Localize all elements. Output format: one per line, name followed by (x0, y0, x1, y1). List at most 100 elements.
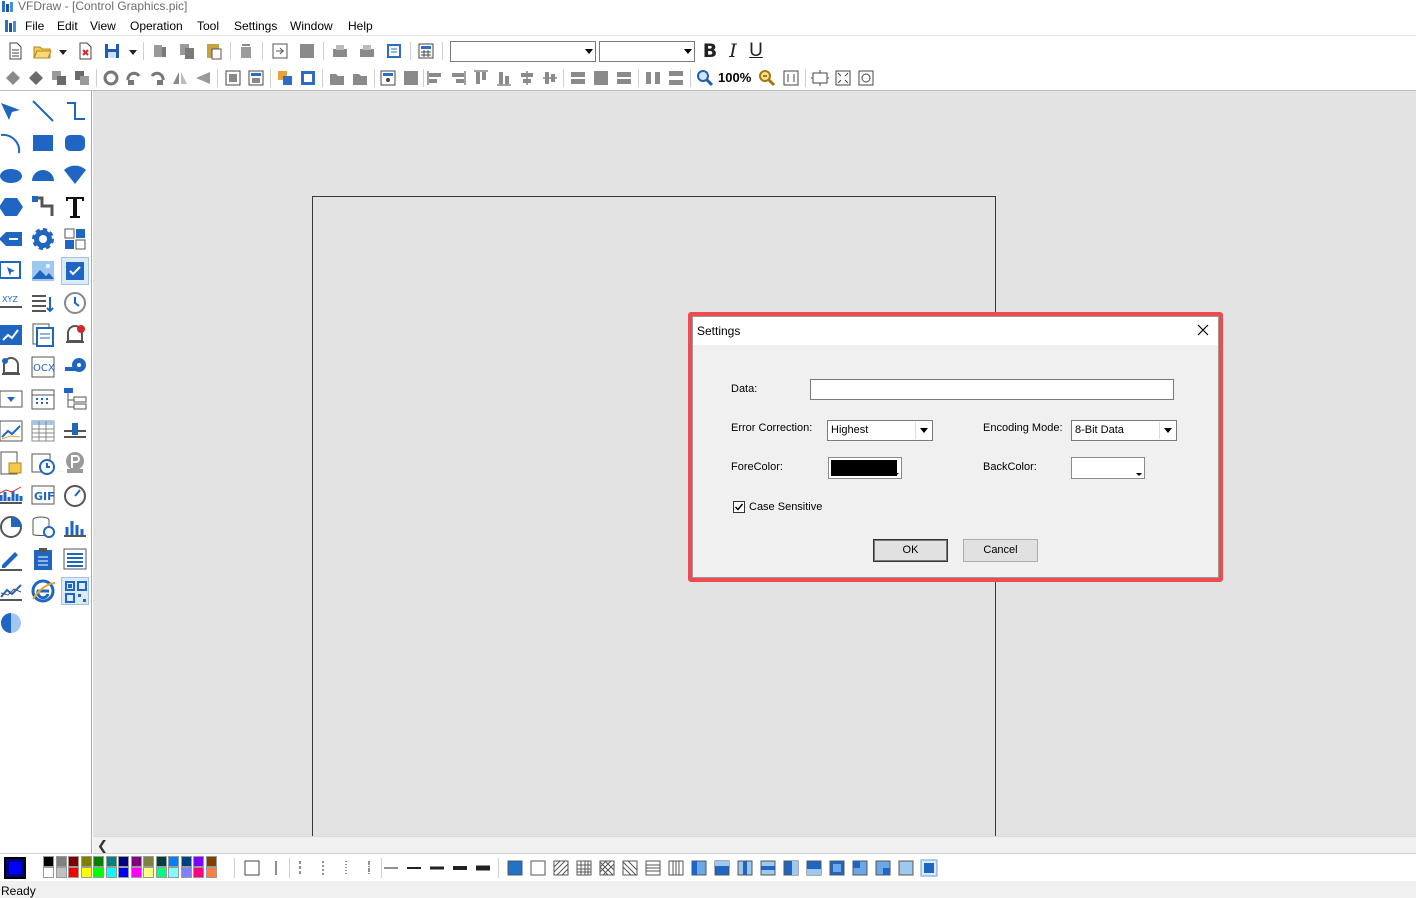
pipe-tool-icon[interactable] (29, 193, 57, 221)
select-cursor-icon[interactable] (0, 257, 25, 285)
color-swatch[interactable] (193, 856, 204, 867)
send-back-icon[interactable] (26, 68, 46, 88)
color-swatch[interactable] (130, 867, 142, 878)
dash-style-4-icon[interactable] (359, 858, 379, 878)
current-color-swatch[interactable] (4, 857, 26, 879)
gradient-11-icon[interactable] (919, 858, 939, 878)
gradient-4-icon[interactable] (758, 858, 778, 878)
combine-icon[interactable] (275, 68, 295, 88)
print-preview-icon[interactable] (357, 41, 377, 61)
select-area-icon[interactable] (810, 68, 830, 88)
rectangle-tool-icon[interactable] (29, 129, 57, 157)
no-line-style-icon[interactable] (242, 858, 262, 878)
gauge-icon[interactable] (61, 481, 89, 509)
error-correction-select[interactable]: Highest (827, 420, 933, 441)
trend-chart-icon[interactable] (0, 321, 25, 349)
line-tool-icon[interactable] (29, 97, 57, 125)
color-swatch[interactable] (68, 856, 79, 867)
color-swatch[interactable] (180, 856, 192, 867)
fill-icon[interactable] (401, 68, 421, 88)
dash-style-2-icon[interactable] (313, 858, 333, 878)
fan-icon[interactable] (61, 353, 89, 381)
group-icon[interactable] (223, 68, 243, 88)
color-swatch[interactable] (180, 867, 192, 878)
browser-e-icon[interactable] (29, 577, 57, 605)
bar-chart-icon[interactable] (61, 513, 89, 541)
cut-icon[interactable] (150, 41, 170, 61)
scheduler-icon[interactable] (29, 449, 57, 477)
report-icon[interactable] (29, 321, 57, 349)
slider-tool-icon[interactable] (61, 417, 89, 445)
color-swatch[interactable] (205, 867, 217, 878)
ungroup-icon[interactable] (246, 68, 266, 88)
checkbox-tool-icon[interactable] (61, 257, 89, 285)
scroll-left-icon[interactable]: ❮ (97, 838, 108, 854)
flip-horizontal-icon[interactable] (170, 68, 190, 88)
align-bottom-icon[interactable] (494, 68, 514, 88)
line-weight-4-icon[interactable] (450, 858, 470, 878)
properties-icon[interactable] (378, 68, 398, 88)
color-swatch[interactable] (55, 856, 67, 867)
line-weight-3-icon[interactable] (427, 858, 447, 878)
refresh-view-icon[interactable] (856, 68, 876, 88)
backcolor-picker[interactable] (1071, 457, 1145, 479)
align-left-icon[interactable] (425, 68, 445, 88)
fill-solid-icon[interactable] (505, 858, 525, 878)
space-vertical-icon[interactable] (666, 68, 686, 88)
menu-file[interactable]: File (25, 19, 44, 33)
forecolor-picker[interactable] (828, 457, 902, 479)
zoom-in-icon[interactable] (695, 68, 715, 88)
list-tool-icon[interactable] (29, 289, 57, 317)
arc-tool-icon[interactable] (0, 129, 25, 157)
gif-image-icon[interactable]: GIF (29, 481, 57, 509)
menu-operation[interactable]: Operation (130, 19, 183, 33)
color-swatch[interactable] (168, 856, 179, 867)
color-swatch[interactable] (43, 856, 54, 867)
fill-crosshatch-icon[interactable] (597, 858, 617, 878)
case-sensitive-label[interactable]: Case Sensitive (749, 501, 822, 513)
pie-chart-icon[interactable] (0, 513, 25, 541)
gradient-3-icon[interactable] (735, 858, 755, 878)
rotate-right-icon[interactable] (147, 68, 167, 88)
align-left-edge-icon[interactable] (327, 68, 347, 88)
table-tool-icon[interactable] (29, 417, 57, 445)
line-weight-5-icon[interactable] (473, 858, 493, 878)
copy-icon[interactable] (177, 41, 197, 61)
print-icon[interactable] (330, 41, 350, 61)
dialog-title-bar[interactable]: Settings (693, 317, 1218, 345)
layout-tool-icon[interactable] (61, 225, 89, 253)
menu-help[interactable]: Help (348, 19, 373, 33)
align-center-vertical-icon[interactable] (517, 68, 537, 88)
color-swatch[interactable] (155, 867, 167, 878)
color-swatch[interactable] (80, 856, 92, 867)
clock-icon[interactable] (61, 289, 89, 317)
half-circle-chart-icon[interactable] (0, 609, 25, 637)
space-horizontal-icon[interactable] (643, 68, 663, 88)
fill-grid-icon[interactable] (574, 858, 594, 878)
rotate-icon[interactable] (101, 68, 121, 88)
gradient-8-icon[interactable] (850, 858, 870, 878)
cancel-button[interactable]: Cancel (963, 539, 1038, 562)
case-sensitive-checkbox[interactable] (733, 501, 745, 513)
dash-style-3-icon[interactable] (336, 858, 356, 878)
gradient-9-icon[interactable] (873, 858, 893, 878)
flip-vertical-icon[interactable] (193, 68, 213, 88)
color-swatch[interactable] (55, 867, 67, 878)
color-swatch[interactable] (105, 856, 117, 867)
rotate-left-icon[interactable] (124, 68, 144, 88)
qr-code-icon[interactable] (61, 577, 89, 605)
rounded-rectangle-tool-icon[interactable] (61, 129, 89, 157)
font-size-combo[interactable] (599, 41, 695, 62)
fill-backdiagonal-icon[interactable] (620, 858, 640, 878)
text-tool-icon[interactable] (61, 193, 89, 221)
bring-front-icon[interactable] (3, 68, 23, 88)
chord-tool-icon[interactable] (29, 161, 57, 189)
bar-trend-icon[interactable] (0, 481, 25, 509)
pointer-tool-icon[interactable] (0, 97, 25, 125)
color-swatch[interactable] (93, 856, 104, 867)
color-swatch[interactable] (155, 856, 167, 867)
same-width-icon[interactable] (568, 68, 588, 88)
button-tool-icon[interactable] (0, 225, 25, 253)
close-icon[interactable] (1196, 323, 1210, 337)
color-swatch[interactable] (80, 867, 92, 878)
